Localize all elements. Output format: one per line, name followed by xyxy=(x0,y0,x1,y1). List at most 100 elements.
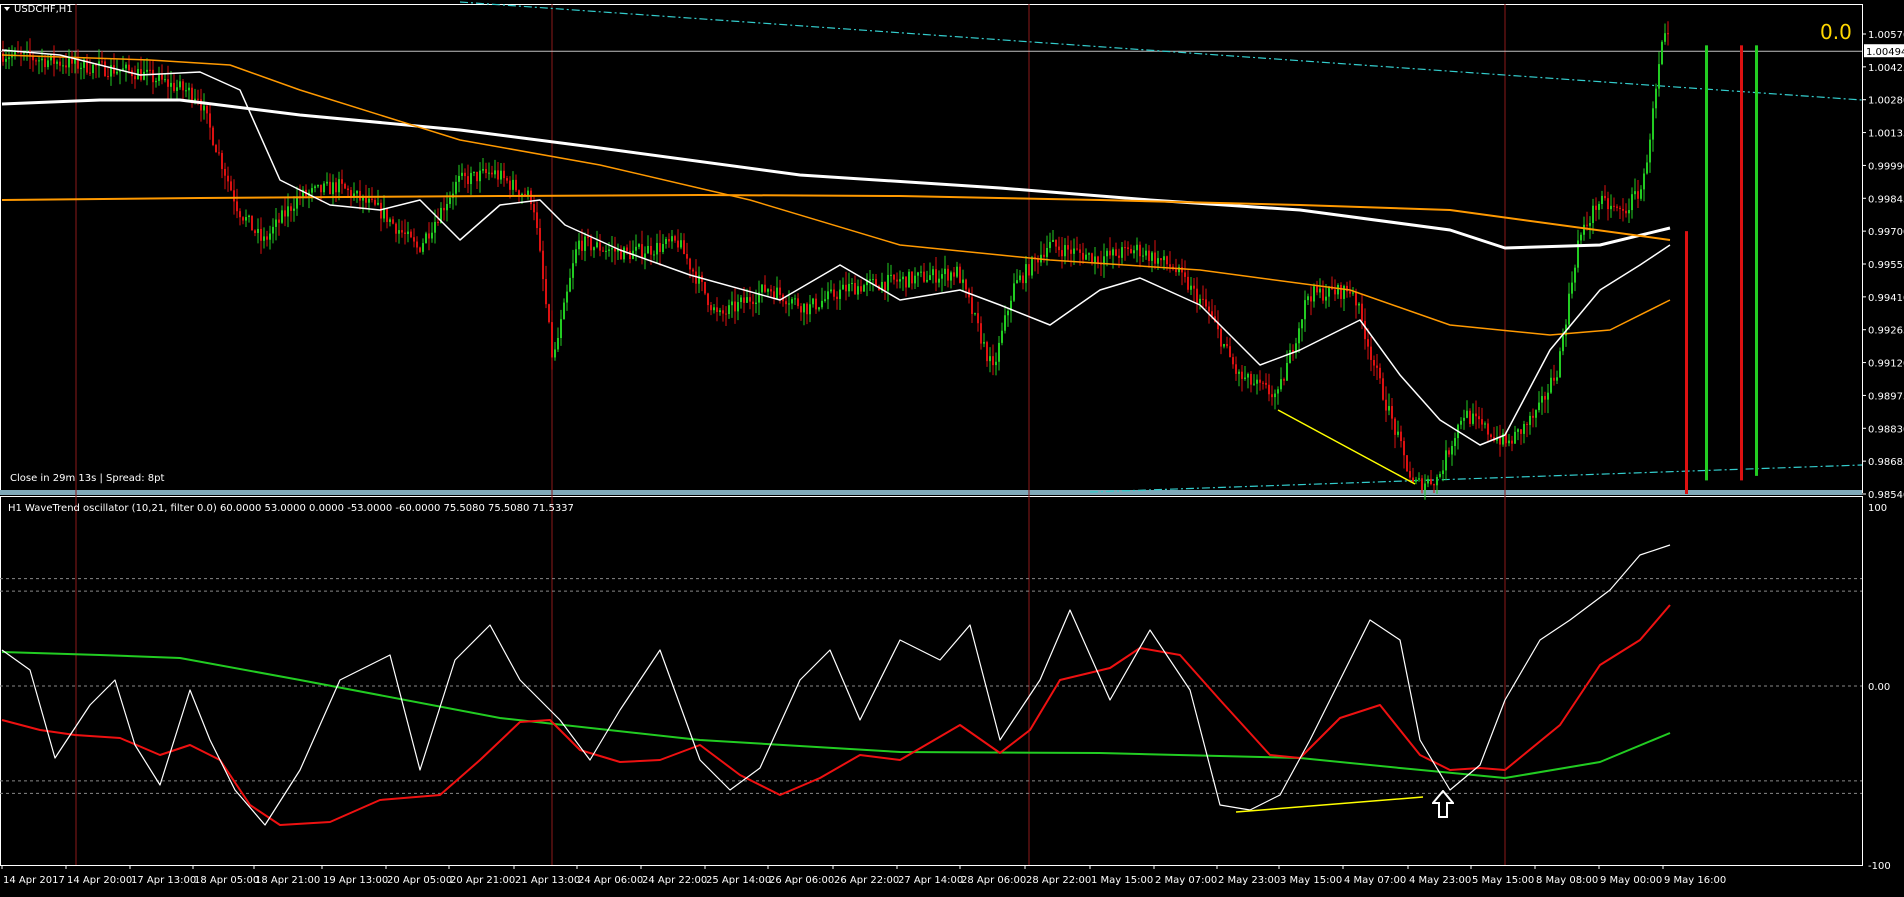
candle-body xyxy=(1349,291,1351,294)
candle-body xyxy=(1073,248,1075,254)
candle-body xyxy=(626,247,628,251)
candle-body xyxy=(890,274,892,276)
candle-body xyxy=(1244,377,1246,379)
price-axis-label: 0.99555 xyxy=(1868,260,1904,271)
candle-body xyxy=(128,64,130,71)
candle-body xyxy=(1187,276,1189,290)
candle-body xyxy=(269,233,271,240)
candle-body xyxy=(1475,413,1477,417)
candle-body xyxy=(158,74,160,81)
candle-body xyxy=(839,289,841,299)
candle-body xyxy=(512,179,514,190)
time-axis-label: 14 Apr 2017 xyxy=(3,875,65,886)
candle-body xyxy=(905,276,907,288)
candle-body xyxy=(566,291,568,303)
candle-body xyxy=(938,278,940,283)
candle-body xyxy=(1250,373,1252,385)
candle-body xyxy=(788,303,790,305)
candle-body xyxy=(644,253,646,258)
candle-body xyxy=(293,208,295,211)
candle-body xyxy=(737,302,739,312)
candle-body xyxy=(242,217,244,221)
candle-body xyxy=(1319,288,1321,293)
candle-body xyxy=(1583,224,1585,235)
candle-body xyxy=(251,215,253,231)
candle-body xyxy=(1373,359,1375,366)
candle-body xyxy=(1343,285,1345,299)
candle-body xyxy=(1193,285,1195,289)
candle-body xyxy=(530,190,532,205)
candle-body xyxy=(434,221,436,233)
candle-body xyxy=(485,169,487,174)
candle-body xyxy=(953,272,955,277)
candle-body xyxy=(533,204,535,213)
candle-body xyxy=(443,207,445,211)
candle-body xyxy=(155,80,157,83)
candle-body xyxy=(629,250,631,260)
candle-body xyxy=(1415,479,1417,482)
spike-bar xyxy=(1685,231,1688,494)
oscillator-axis-label: -100 xyxy=(1868,861,1891,872)
candle-body xyxy=(428,233,430,239)
candle-body xyxy=(914,275,916,284)
trendline-lower[interactable] xyxy=(1089,464,1863,493)
candle-body xyxy=(341,179,343,184)
candle-body xyxy=(956,266,958,277)
candle-body xyxy=(206,105,208,114)
candle-body xyxy=(1649,139,1651,163)
candle-body xyxy=(338,179,340,193)
candle-body xyxy=(323,183,325,193)
candle-body xyxy=(1283,379,1285,381)
candle-body xyxy=(455,181,457,194)
chart-canvas[interactable]: 1.00570 1.00425 1.00280 1.00135 0.99990 0.998… xyxy=(0,0,1904,893)
candle-body xyxy=(725,313,727,315)
candle-body xyxy=(1325,296,1327,301)
pane-separator[interactable] xyxy=(0,490,1862,495)
candle-body xyxy=(149,69,151,71)
candle-body xyxy=(461,172,463,176)
chart-window[interactable]: 1.00570 1.00425 1.00280 1.00135 0.99990 0.998… xyxy=(0,0,1904,893)
candle-body xyxy=(1628,210,1630,214)
candle-body xyxy=(389,219,391,222)
candle-body xyxy=(1445,450,1447,471)
candle-body xyxy=(1016,280,1018,284)
candle-body xyxy=(449,197,451,204)
candle-body xyxy=(680,240,682,248)
candles[interactable] xyxy=(2,21,1669,500)
candle-body xyxy=(218,152,220,154)
candle-body xyxy=(806,303,808,315)
candle-body xyxy=(812,298,814,305)
candle-body xyxy=(458,175,460,182)
candle-body xyxy=(1490,434,1492,437)
divergence-line-oscillator[interactable] xyxy=(1235,796,1424,813)
candle-body xyxy=(887,274,889,291)
candle-body xyxy=(821,300,823,308)
corner-value: 0.0 xyxy=(1820,20,1852,44)
candle-body xyxy=(1517,429,1519,432)
candle-body xyxy=(1535,410,1537,418)
candle-body xyxy=(1520,429,1522,434)
candle-body xyxy=(410,231,412,238)
candle-body xyxy=(602,250,604,252)
spike-bar xyxy=(1740,45,1743,481)
candle-body xyxy=(377,202,379,205)
oscillator-axis-label: 100 xyxy=(1868,503,1887,514)
time-axis-label: 20 Apr 21:00 xyxy=(450,875,515,886)
candle-body xyxy=(437,221,439,224)
candle-body xyxy=(1571,282,1573,294)
candle-body xyxy=(413,237,415,242)
candle-body xyxy=(1604,195,1606,199)
candle-body xyxy=(329,181,331,195)
chart-menu-arrow-icon[interactable] xyxy=(4,7,10,11)
candle-body xyxy=(1190,285,1192,290)
candle-body xyxy=(587,236,589,238)
candle-body xyxy=(173,82,175,91)
candle-body xyxy=(1463,417,1465,421)
candle-body xyxy=(1286,362,1288,381)
candle-body xyxy=(104,61,106,77)
candle-body xyxy=(1154,252,1156,264)
candle-body xyxy=(1370,346,1372,360)
candle-body xyxy=(569,277,571,292)
candle-body xyxy=(488,172,490,174)
candle-body xyxy=(1298,328,1300,344)
